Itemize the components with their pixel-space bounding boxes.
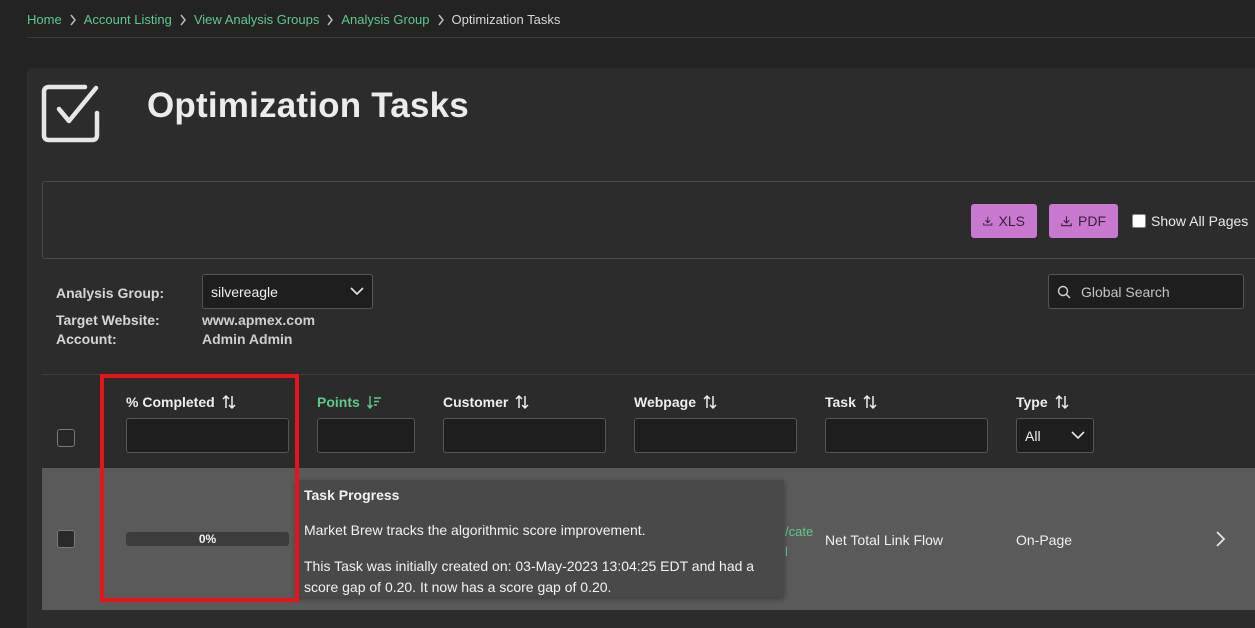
chevron-down-icon [350, 287, 364, 296]
column-header-points[interactable]: Points [317, 394, 382, 410]
breadcrumb-view-analysis-groups-link[interactable]: View Analysis Groups [194, 12, 320, 27]
task-progress-tooltip: Task Progress Market Brew tracks the alg… [296, 480, 784, 597]
analysis-group-select[interactable]: silvereagle [202, 274, 373, 309]
filter-points[interactable] [317, 418, 415, 453]
show-all-pages-toggle[interactable]: Show All Pages [1132, 213, 1248, 229]
breadcrumb-analysis-group-link[interactable]: Analysis Group [341, 12, 429, 27]
export-xls-label: XLS [998, 213, 1025, 229]
tooltip-line2: This Task was initially created on: 03-M… [304, 558, 755, 595]
sort-icon [1055, 394, 1069, 410]
global-search[interactable] [1048, 274, 1244, 309]
column-header-customer[interactable]: Customer [443, 394, 530, 410]
webpage-link-line2: l [785, 544, 788, 559]
sort-icon [863, 394, 877, 410]
breadcrumb: Home Account Listing View Analysis Group… [27, 0, 560, 38]
show-all-pages-label: Show All Pages [1151, 213, 1249, 229]
page-title: Optimization Tasks [147, 86, 469, 125]
sort-icon [515, 394, 529, 410]
sort-icon [703, 394, 717, 410]
column-label: % Completed [126, 394, 215, 410]
chevron-right-icon [62, 12, 84, 27]
column-label: Webpage [634, 394, 696, 410]
column-header-webpage[interactable]: Webpage [634, 394, 718, 410]
column-header-type[interactable]: Type [1016, 394, 1070, 410]
filter-task[interactable] [825, 418, 988, 453]
column-header-task[interactable]: Task [825, 394, 878, 410]
chevron-right-icon [430, 12, 452, 27]
filter-percent-completed[interactable] [126, 418, 289, 453]
chevron-right-icon [172, 12, 194, 27]
select-all-checkbox[interactable] [57, 429, 75, 447]
type-cell: On-Page [1016, 532, 1073, 548]
account-value: Admin Admin [202, 331, 293, 347]
target-website-label: Target Website: [56, 312, 160, 328]
show-all-pages-checkbox[interactable] [1132, 214, 1146, 228]
tooltip-title: Task Progress [304, 487, 400, 503]
analysis-group-selected-value: silvereagle [211, 283, 278, 300]
column-label: Customer [443, 394, 509, 410]
global-search-input[interactable] [1079, 282, 1233, 301]
chevron-right-icon[interactable] [1214, 530, 1226, 548]
filter-type-select[interactable]: All [1016, 418, 1094, 453]
completion-percent-text: 0% [198, 532, 217, 546]
filter-webpage[interactable] [634, 418, 797, 453]
download-icon [983, 216, 993, 226]
header-divider [27, 37, 1255, 38]
webpage-link[interactable]: /cate l [785, 522, 813, 562]
filter-type-value: All [1025, 427, 1041, 444]
column-label: Task [825, 394, 856, 410]
breadcrumb-account-listing-link[interactable]: Account Listing [84, 12, 172, 27]
export-pdf-button[interactable]: PDF [1049, 204, 1118, 238]
breadcrumb-current: Optimization Tasks [451, 11, 561, 27]
export-xls-button[interactable]: XLS [971, 204, 1037, 238]
analysis-group-label: Analysis Group: [56, 285, 165, 301]
row-checkbox[interactable] [57, 530, 75, 548]
sort-descending-icon [366, 396, 381, 410]
column-header-percent-completed[interactable]: % Completed [126, 394, 237, 410]
column-label: Type [1016, 394, 1048, 410]
tooltip-line1: Market Brew tracks the algorithmic score… [304, 522, 646, 538]
task-cell: Net Total Link Flow [825, 532, 944, 548]
breadcrumb-home-link[interactable]: Home [27, 12, 62, 27]
webpage-link-line1: /cate [785, 524, 814, 539]
sort-icon [222, 394, 236, 410]
checkbox-checked-icon [41, 84, 100, 143]
chevron-down-icon [1071, 431, 1085, 440]
export-pdf-label: PDF [1078, 213, 1106, 229]
chevron-right-icon [319, 12, 341, 27]
target-website-value: www.apmex.com [202, 312, 316, 328]
download-icon [1061, 216, 1072, 227]
account-label: Account: [56, 331, 117, 347]
filter-customer[interactable] [443, 418, 606, 453]
search-icon [1057, 285, 1071, 299]
column-label: Points [317, 394, 360, 410]
